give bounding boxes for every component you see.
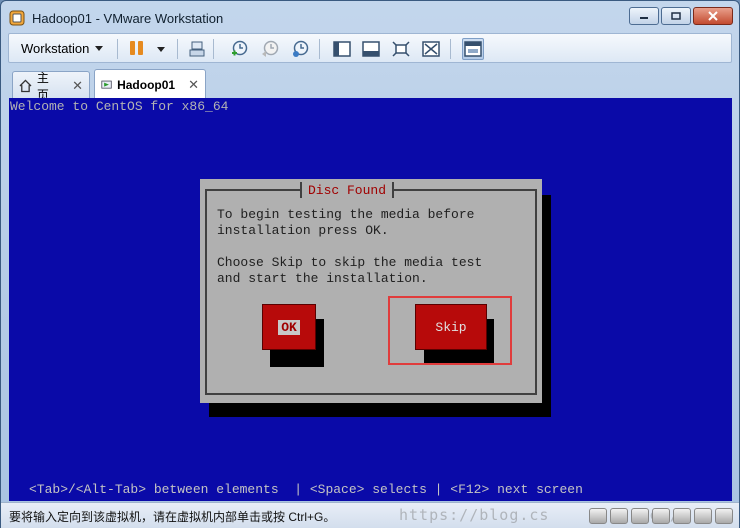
ok-button-label: OK <box>278 319 300 335</box>
sound-icon[interactable] <box>673 508 691 524</box>
revert-snapshot-button[interactable] <box>259 38 281 60</box>
send-ctrl-alt-del-button[interactable] <box>186 38 208 60</box>
window-title: Hadoop01 - VMware Workstation <box>32 11 224 26</box>
toolbar-separator <box>117 39 118 59</box>
library-view-icon <box>333 41 351 57</box>
snapshot-button[interactable] <box>228 38 250 60</box>
printer-icon[interactable] <box>694 508 712 524</box>
status-message: 要将输入定向到该虚拟机，请在虚拟机内部单击或按 Ctrl+G。 <box>9 510 336 524</box>
close-icon <box>708 11 718 21</box>
cd-rom-icon[interactable] <box>610 508 628 524</box>
console-view-icon <box>464 41 482 57</box>
toolbar-separator <box>177 39 178 59</box>
vmware-window: Hadoop01 - VMware Workstation Workstatio… <box>0 0 740 528</box>
pause-icon[interactable] <box>130 41 143 55</box>
dialog-line: and start the installation. <box>217 271 428 286</box>
thumbnail-bar-button[interactable] <box>360 38 382 60</box>
close-tab-icon[interactable]: ✕ <box>188 77 199 93</box>
snapshot-clock-icon <box>232 40 248 56</box>
toolbar-separator <box>213 39 214 59</box>
snapshot-manager-icon <box>293 40 309 57</box>
display-icon[interactable] <box>715 508 733 524</box>
ok-button[interactable]: OK <box>262 304 316 350</box>
console-view-button[interactable] <box>462 38 484 60</box>
minimize-icon <box>640 17 648 19</box>
vmware-app-icon <box>9 10 25 26</box>
send-keys-icon <box>189 41 205 57</box>
hard-disk-icon[interactable] <box>589 508 607 524</box>
revert-clock-icon <box>262 40 279 57</box>
close-tab-icon[interactable]: ✕ <box>72 78 83 94</box>
dialog-message: To begin testing the media before instal… <box>217 207 482 287</box>
toolbar-separator <box>319 39 320 59</box>
close-button[interactable] <box>693 7 733 25</box>
full-screen-button[interactable] <box>390 38 412 60</box>
maximize-button[interactable] <box>661 7 691 25</box>
dialog-line: To begin testing the media before <box>217 207 475 222</box>
chevron-down-icon <box>95 45 104 51</box>
tab-home[interactable]: 主页 ✕ <box>12 71 90 102</box>
chevron-down-icon <box>157 46 165 52</box>
maximize-icon <box>671 12 681 20</box>
keyboard-hint: <Tab>/<Alt-Tab> between elements | <Spac… <box>29 482 583 497</box>
vm-console[interactable]: Welcome to CentOS for x86_64 Disc Found … <box>9 98 732 501</box>
tab-hadoop01[interactable]: Hadoop01 ✕ <box>94 69 206 99</box>
unity-view-icon <box>422 41 440 57</box>
minimize-button[interactable] <box>629 7 659 25</box>
tab-strip: 主页 ✕ Hadoop01 ✕ <box>8 67 732 102</box>
usb-icon[interactable] <box>652 508 670 524</box>
full-screen-icon <box>392 41 410 57</box>
thumbnail-view-icon <box>362 41 380 57</box>
dialog-line: installation press OK. <box>217 223 389 238</box>
title-bar[interactable]: Hadoop01 - VMware Workstation <box>1 1 739 35</box>
network-icon[interactable] <box>631 508 649 524</box>
dialog-line: Choose Skip to skip the media test <box>217 255 483 270</box>
toolbar: Workstation <box>8 33 732 63</box>
power-dropdown-button[interactable] <box>150 38 172 60</box>
toolbar-separator <box>450 39 451 59</box>
dialog-title-frame: Disc Found <box>300 182 395 198</box>
skip-highlight-box <box>388 296 512 365</box>
home-icon <box>19 79 32 92</box>
tab-label: Hadoop01 <box>117 77 176 92</box>
welcome-text: Welcome to CentOS for x86_64 <box>10 99 229 114</box>
status-bar: 要将输入定向到该虚拟机，请在虚拟机内部单击或按 Ctrl+G。 https://… <box>1 502 739 528</box>
workstation-menu[interactable]: Workstation <box>16 39 108 57</box>
device-tray <box>589 508 733 524</box>
vm-running-icon <box>101 80 112 89</box>
snapshot-manager-button[interactable] <box>289 38 311 60</box>
unity-button[interactable] <box>420 38 442 60</box>
disc-found-dialog: Disc Found To begin testing the media be… <box>200 179 542 403</box>
show-library-button[interactable] <box>331 38 353 60</box>
workstation-label: Workstation <box>21 40 90 56</box>
dialog-title: Disc Found <box>308 182 387 198</box>
